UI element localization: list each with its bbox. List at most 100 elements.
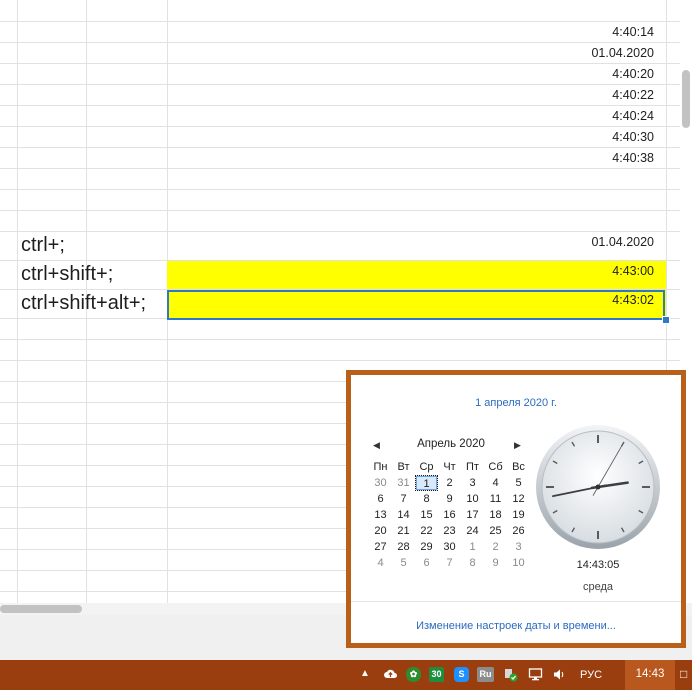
table-row[interactable]: 01.04.2020	[0, 43, 680, 64]
table-row[interactable]: 4:40:24	[0, 106, 680, 127]
calendar-day[interactable]: 4	[369, 555, 392, 571]
cell-value: 4:40:14	[612, 25, 654, 39]
calendar-day[interactable]: 21	[392, 523, 415, 539]
calendar-day[interactable]: 6	[369, 491, 392, 507]
calendar-day[interactable]: 3	[461, 475, 484, 491]
calendar-day[interactable]: 8	[415, 491, 438, 507]
security-check-icon[interactable]	[503, 667, 518, 682]
calendar-day[interactable]: 9	[484, 555, 507, 571]
volume-icon[interactable]	[552, 667, 567, 682]
horizontal-scrollbar[interactable]	[0, 605, 82, 613]
calendar-day[interactable]: 7	[438, 555, 461, 571]
cell-value: 4:43:00	[612, 264, 654, 278]
calendar-day[interactable]: 22	[415, 523, 438, 539]
weekday-label: Чт	[443, 461, 456, 473]
taskbar: ▲ ✿ 30 S Ru РУС 14:43 □	[0, 660, 692, 690]
calendar-day[interactable]: 6	[415, 555, 438, 571]
cell-value: 4:40:38	[612, 151, 654, 165]
counter-30-icon[interactable]: 30	[429, 667, 444, 682]
language-indicator[interactable]: РУС	[580, 668, 602, 682]
calendar-week: 6 7 8 9 10 11 12	[369, 491, 530, 507]
calendar-day[interactable]: 23	[438, 523, 461, 539]
calendar-day[interactable]: 9	[438, 491, 461, 507]
table-row[interactable]: ctrl+; 01.04.2020	[0, 232, 680, 261]
weekday-label: Сб	[488, 461, 503, 473]
calendar-day[interactable]: 15	[415, 507, 438, 523]
calendar-day[interactable]: 8	[461, 555, 484, 571]
table-row[interactable]: 4:40:22	[0, 85, 680, 106]
calendar-day[interactable]: 17	[461, 507, 484, 523]
table-row[interactable]: ctrl+shift+; 4:43:00	[0, 261, 680, 290]
calendar-day[interactable]: 19	[507, 507, 530, 523]
calendar-day[interactable]: 2	[438, 475, 461, 491]
ru-keyboard-icon[interactable]: Ru	[477, 667, 494, 682]
shortcut-label: ctrl+shift+alt+;	[21, 292, 147, 314]
calendar-day[interactable]: 26	[507, 523, 530, 539]
table-row[interactable]: 4:40:14	[0, 22, 680, 43]
weekday-label: Ср	[419, 461, 434, 473]
calendar-day[interactable]: 30	[369, 475, 392, 491]
calendar-day[interactable]: 5	[507, 475, 530, 491]
table-row[interactable]: 4:40:38	[0, 148, 680, 169]
table-row[interactable]	[0, 340, 680, 361]
calendar-day[interactable]: 31	[392, 475, 415, 491]
table-row[interactable]	[0, 0, 680, 22]
skype-icon[interactable]: S	[454, 667, 469, 682]
calendar-day[interactable]: 2	[484, 539, 507, 555]
green-leaf-icon[interactable]: ✿	[406, 667, 421, 682]
calendar-day[interactable]: 11	[484, 491, 507, 507]
divider	[351, 601, 681, 602]
network-icon[interactable]	[528, 667, 543, 682]
calendar-week: 4 5 6 7 8 9 10	[369, 555, 530, 571]
calendar-day[interactable]: 4	[484, 475, 507, 491]
cloud-upload-icon[interactable]	[383, 667, 398, 682]
weekday-header: Пн Вт Ср Чт Пт Сб Вс	[369, 459, 530, 475]
calendar-day[interactable]: 5	[392, 555, 415, 571]
calendar-day[interactable]: 3	[507, 539, 530, 555]
cell-value: 4:40:24	[612, 109, 654, 123]
calendar-day[interactable]: 25	[484, 523, 507, 539]
next-month-icon[interactable]: ▶	[514, 440, 521, 451]
vertical-scrollbar[interactable]	[682, 70, 690, 128]
table-row[interactable]: 4:40:30	[0, 127, 680, 148]
clock-center	[595, 484, 601, 490]
calendar-day[interactable]: 14	[392, 507, 415, 523]
selected-cell[interactable]	[167, 290, 665, 320]
calendar-day[interactable]: 20	[369, 523, 392, 539]
digital-time: 14:43:05	[576, 559, 620, 571]
calendar-day[interactable]: 28	[392, 539, 415, 555]
month-title[interactable]: Апрель 2020	[391, 438, 511, 450]
calendar-day[interactable]: 16	[438, 507, 461, 523]
weekday-label: Вт	[397, 461, 410, 473]
cell-value: 4:40:22	[612, 88, 654, 102]
taskbar-clock-button[interactable]: 14:43	[625, 660, 675, 690]
calendar-day[interactable]: 24	[461, 523, 484, 539]
calendar-day[interactable]: 10	[507, 555, 530, 571]
table-row[interactable]: 4:40:20	[0, 64, 680, 85]
chevron-up-icon[interactable]: ▲	[360, 667, 370, 681]
notification-icon[interactable]: □	[680, 667, 687, 681]
calendar-day[interactable]: 1	[461, 539, 484, 555]
calendar-week: 27 28 29 30 1 2 3	[369, 539, 530, 555]
prev-month-icon[interactable]: ◀	[373, 440, 380, 451]
calendar-day-today[interactable]: 1	[415, 475, 438, 491]
calendar-day[interactable]: 13	[369, 507, 392, 523]
calendar-week: 13 14 15 16 17 18 19	[369, 507, 530, 523]
calendar-day[interactable]: 7	[392, 491, 415, 507]
calendar-day[interactable]: 12	[507, 491, 530, 507]
date-time-settings-link[interactable]: Изменение настроек даты и времени...	[351, 620, 681, 632]
calendar-day[interactable]: 29	[415, 539, 438, 555]
table-row[interactable]	[0, 211, 680, 232]
calendar-day[interactable]: 27	[369, 539, 392, 555]
calendar-day[interactable]: 10	[461, 491, 484, 507]
table-row[interactable]	[0, 169, 680, 190]
table-row[interactable]	[0, 319, 680, 340]
calendar-week: 30 31 1 2 3 4 5	[369, 475, 530, 491]
full-date-link[interactable]: 1 апреля 2020 г.	[351, 397, 681, 409]
shortcut-label: ctrl+shift+;	[21, 263, 114, 285]
cell-value: 4:40:20	[612, 67, 654, 81]
calendar-day[interactable]: 30	[438, 539, 461, 555]
calendar-day[interactable]: 18	[484, 507, 507, 523]
calendar-grid: Пн Вт Ср Чт Пт Сб Вс 30 31 1 2 3 4 5 6 7…	[369, 459, 530, 571]
table-row[interactable]	[0, 190, 680, 211]
